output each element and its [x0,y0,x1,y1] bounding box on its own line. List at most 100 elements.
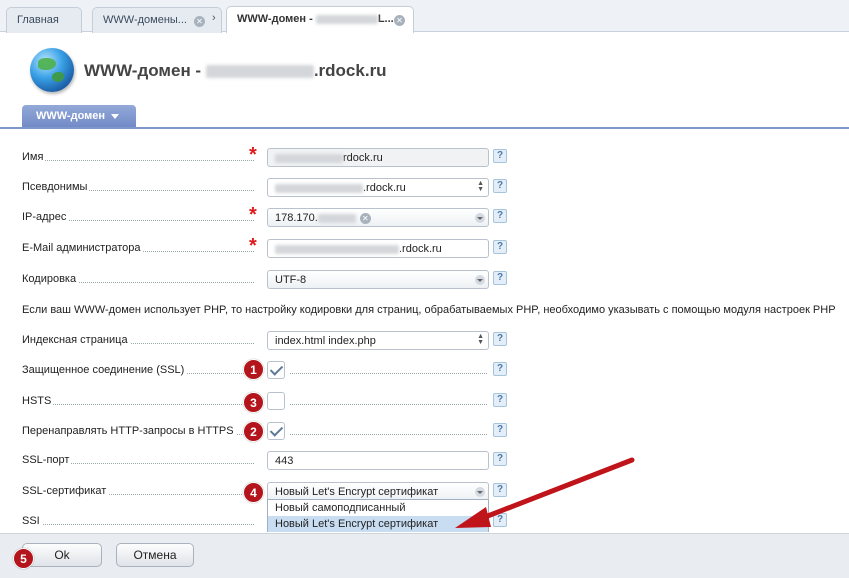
row-redirect: Перенаправлять HTTP-запросы в HTTPS ? [0,420,849,442]
php-encoding-note: Если ваш WWW-домен использует PHP, то на… [22,304,836,316]
email-value: .rdock.ru [399,243,442,255]
redirect-label: Перенаправлять HTTP-запросы в HTTPS [22,425,236,437]
tab-home-label: Главная [17,14,59,26]
dotted-leader [290,434,487,435]
ok-button-label: Ok [54,548,70,562]
email-field[interactable]: .rdock.ru [267,239,489,258]
ssl-port-label: SSL-порт [22,454,72,466]
index-label: Индексная страница [22,334,130,346]
email-label: E-Mail администратора [22,242,143,254]
page-title-prefix: WWW-домен - [84,61,202,80]
name-field[interactable]: rdock.ru [267,148,489,167]
dotted-leader [290,373,487,374]
ssl-cert-dropdown-list: Новый самоподписанный Новый Let's Encryp… [267,499,489,532]
section-tab-www-domain[interactable]: WWW-домен [22,105,136,128]
redacted-text [275,244,399,254]
help-icon[interactable]: ? [493,362,507,376]
annotation-badge-2: 2 [243,421,264,442]
tab-www-domain-label: WWW-домен - [237,13,313,25]
close-icon[interactable]: ✕ [394,15,405,26]
row-hsts: HSTS ? [0,390,849,412]
help-icon[interactable]: ? [493,513,507,527]
remove-icon[interactable]: ✕ [359,212,371,224]
aliases-label: Псевдонимы [22,181,90,193]
hsts-label: HSTS [22,395,54,407]
annotation-badge-5: 5 [13,548,34,569]
section-divider [0,127,849,129]
annotation-badge-3: 3 [243,392,264,413]
redirect-checkbox[interactable] [267,422,285,440]
chevron-right-icon: › [212,12,216,24]
ssl-cert-label: SSL-сертификат [22,485,109,497]
tab-home[interactable]: Главная [6,7,82,33]
ip-select[interactable]: 178.170. ✕ [267,208,489,227]
spin-arrows-icon[interactable]: ▲ ▼ [477,180,484,193]
section-tab-label: WWW-домен [36,110,106,122]
index-field[interactable]: index.html index.php ▲ ▼ [267,331,489,350]
aliases-value: .rdock.ru [363,182,406,194]
name-label: Имя [22,151,46,163]
help-icon[interactable]: ? [493,452,507,466]
row-name: Имя * rdock.ru ? [0,144,849,168]
required-marker: * [249,204,257,226]
ssi-label: SSI [22,515,42,527]
help-icon[interactable]: ? [493,483,507,497]
page-title-suffix: .rdock.ru [313,61,387,80]
row-encoding: Кодировка UTF-8 ? [0,268,849,290]
chevron-down-icon[interactable] [475,213,485,223]
chevron-down-icon[interactable] [475,275,485,285]
redacted-text [205,65,314,79]
tab-www-domains[interactable]: WWW-домены... ✕ [92,7,222,33]
cancel-button[interactable]: Отмена [116,543,194,567]
tab-www-domains-label: WWW-домены... [103,14,187,26]
caret-down-icon [111,113,120,119]
tab-strip: Главная WWW-домены... ✕ › WWW-домен - L.… [0,0,849,33]
tab-www-domain-suffix: L... [377,13,394,25]
row-ssl: Защищенное соединение (SSL) ? [0,359,849,381]
index-value: index.html index.php [275,335,376,347]
dotted-leader [22,524,254,525]
redacted-text [275,183,363,193]
dropdown-option-self-signed[interactable]: Новый самоподписанный [268,500,488,516]
row-index: Индексная страница index.html index.php … [0,329,849,351]
help-icon[interactable]: ? [493,240,507,254]
chevron-down-icon[interactable] [475,487,485,497]
row-email: E-Mail администратора * .rdock.ru ? [0,235,849,259]
close-icon[interactable]: ✕ [194,16,205,27]
row-aliases: Псевдонимы .rdock.ru ▲ ▼ ? [0,176,849,198]
spin-arrows-icon[interactable]: ▲ ▼ [477,333,484,346]
encoding-label: Кодировка [22,273,79,285]
encoding-value: UTF-8 [275,274,307,286]
help-icon[interactable]: ? [493,271,507,285]
annotation-badge-4: 4 [243,482,264,503]
redacted-text [275,153,343,163]
help-icon[interactable]: ? [493,393,507,407]
row-ip: IP-адрес * 178.170. ✕ ? [0,204,849,228]
ssl-port-field[interactable]: 443 [267,451,489,470]
redacted-text [317,213,356,223]
ip-value: 178.170. [275,212,318,224]
help-icon[interactable]: ? [493,179,507,193]
help-icon[interactable]: ? [493,149,507,163]
dotted-leader [22,404,254,405]
help-icon[interactable]: ? [493,332,507,346]
help-icon[interactable]: ? [493,423,507,437]
help-icon[interactable]: ? [493,209,507,223]
hsts-checkbox[interactable] [267,392,285,410]
annotation-badge-1: 1 [243,359,264,380]
ssl-checkbox[interactable] [267,361,285,379]
ssl-label: Защищенное соединение (SSL) [22,364,187,376]
tab-www-domain[interactable]: WWW-домен - L... ✕ [226,6,414,33]
aliases-field[interactable]: .rdock.ru ▲ ▼ [267,178,489,197]
encoding-select[interactable]: UTF-8 [267,270,489,289]
required-marker: * [249,235,257,257]
ok-button[interactable]: Ok [22,543,102,567]
name-value: rdock.ru [343,152,383,164]
ssl-port-value: 443 [275,455,294,467]
ip-chip: 178.170. ✕ [275,212,371,224]
dotted-leader [290,404,487,405]
globe-icon [30,48,74,92]
dotted-leader [22,160,254,161]
dropdown-option-lets-encrypt[interactable]: Новый Let's Encrypt сертификат [268,516,488,532]
required-marker: * [249,144,257,166]
